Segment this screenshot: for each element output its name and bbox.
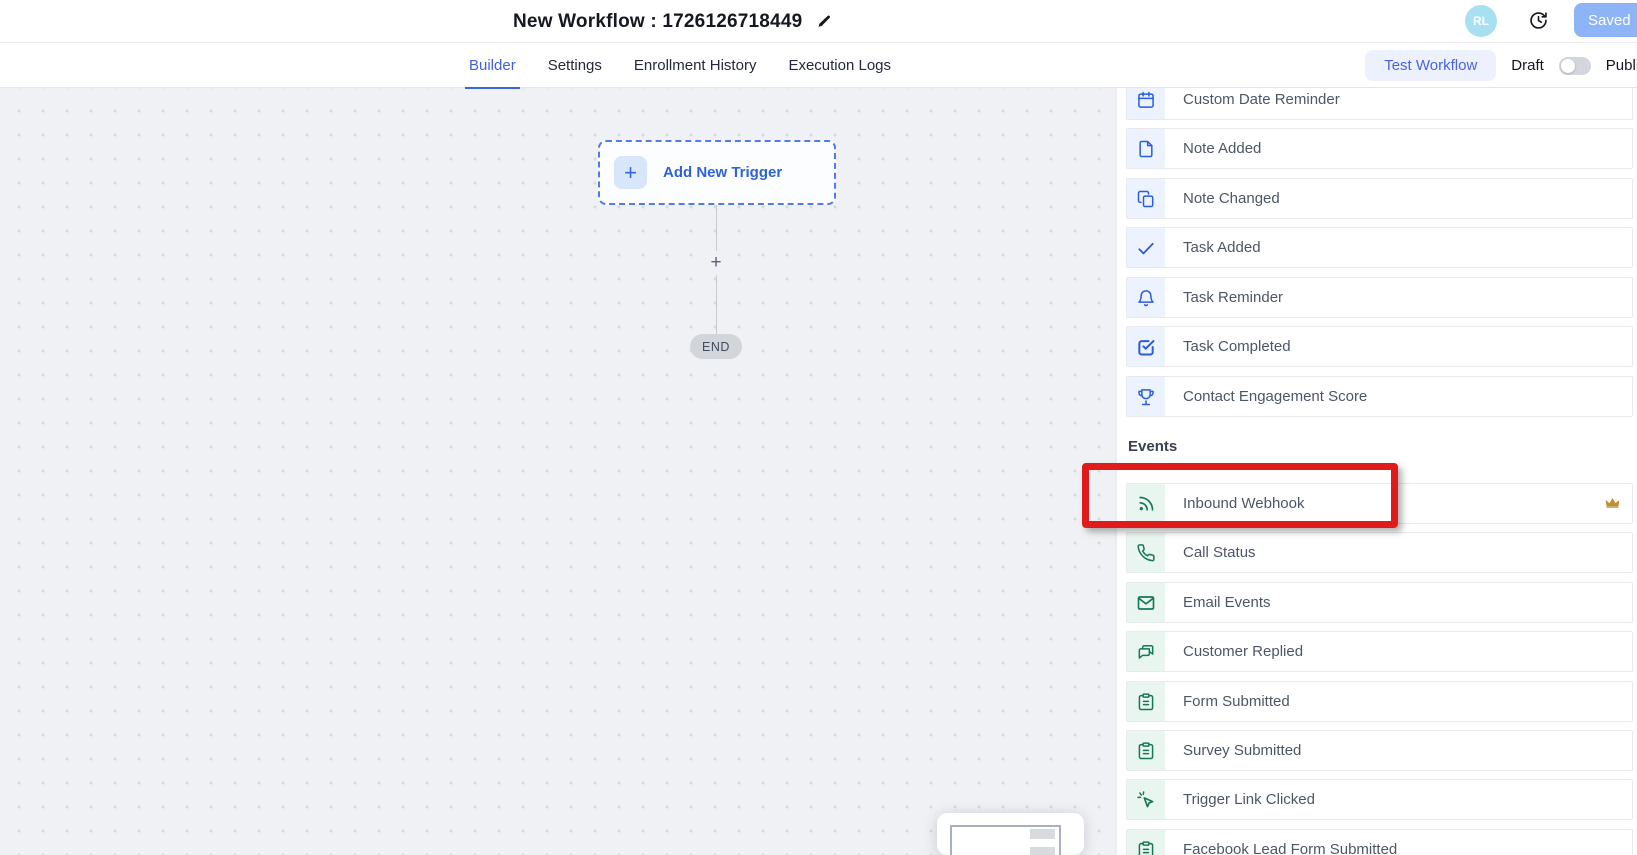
toggle-knob (1561, 59, 1575, 73)
trigger-item-label: Customer Replied (1165, 632, 1303, 671)
trigger-item-label: Trigger Link Clicked (1165, 780, 1315, 819)
trigger-item-task-added[interactable]: Task Added (1126, 227, 1633, 268)
saved-button[interactable]: Saved (1574, 3, 1637, 37)
trigger-item-label: Email Events (1165, 583, 1271, 622)
draft-label: Draft (1511, 57, 1544, 74)
avatar[interactable]: RL (1465, 5, 1497, 37)
clipboard-icon (1127, 830, 1165, 855)
trigger-item-call-status[interactable]: Call Status (1126, 532, 1633, 573)
webhook-icon (1127, 484, 1165, 523)
minimap-node (1030, 829, 1055, 839)
trigger-item-label: Inbound Webhook (1165, 484, 1305, 523)
triggers-panel: Custom Date Reminder Note Added Note Chang… (1117, 88, 1637, 855)
trigger-item-contact-engagement-score[interactable]: Contact Engagement Score (1126, 376, 1633, 417)
trigger-item-label: Survey Submitted (1165, 731, 1301, 770)
tab-settings[interactable]: Settings (532, 43, 618, 88)
trigger-item-email-events[interactable]: Email Events (1126, 582, 1633, 623)
check-icon (1127, 228, 1165, 267)
crown-icon (1604, 484, 1632, 523)
add-trigger-label: Add New Trigger (663, 164, 782, 181)
phone-icon (1127, 533, 1165, 572)
tab-enrollment-history[interactable]: Enrollment History (618, 43, 773, 88)
calendar-icon (1127, 88, 1165, 119)
copy-icon (1127, 179, 1165, 218)
trigger-item-form-submitted[interactable]: Form Submitted (1126, 681, 1633, 722)
page-title: New Workflow : 1726126718449 (513, 11, 802, 33)
trigger-item-customer-replied[interactable]: Customer Replied (1126, 631, 1633, 672)
tabbar-actions: Test Workflow Draft Publish (1365, 43, 1637, 88)
events-section-header: Events (1128, 438, 1177, 455)
trigger-item-label: Task Reminder (1165, 278, 1283, 317)
mail-icon (1127, 583, 1165, 622)
trigger-item-label: Facebook Lead Form Submitted (1165, 830, 1397, 855)
trigger-item-label: Note Added (1165, 129, 1261, 168)
trigger-item-note-changed[interactable]: Note Changed (1126, 178, 1633, 219)
edit-title-icon[interactable] (817, 14, 832, 29)
note-icon (1127, 129, 1165, 168)
trigger-item-inbound-webhook[interactable]: Inbound Webhook (1126, 483, 1633, 524)
minimap[interactable] (937, 813, 1084, 855)
trigger-item-label: Task Completed (1165, 327, 1291, 366)
trigger-item-label: Note Changed (1165, 179, 1280, 218)
publish-toggle[interactable] (1559, 57, 1591, 75)
add-step-button[interactable]: + (707, 251, 724, 275)
trophy-icon (1127, 377, 1165, 416)
workflow-title-group: New Workflow : 1726126718449 (513, 0, 832, 43)
trigger-item-custom-date-reminder[interactable]: Custom Date Reminder (1126, 88, 1633, 120)
trigger-item-label: Contact Engagement Score (1165, 377, 1367, 416)
trigger-item-label: Form Submitted (1165, 682, 1290, 721)
add-new-trigger-button[interactable]: + Add New Trigger (598, 140, 836, 205)
test-workflow-button[interactable]: Test Workflow (1365, 50, 1496, 81)
chat-icon (1127, 632, 1165, 671)
bell-icon (1127, 278, 1165, 317)
trigger-item-survey-submitted[interactable]: Survey Submitted (1126, 730, 1633, 771)
publish-label: Publish (1606, 57, 1637, 74)
trigger-item-note-added[interactable]: Note Added (1126, 128, 1633, 169)
tab-builder[interactable]: Builder (453, 43, 532, 88)
end-node: END (690, 334, 742, 359)
check-square-icon (1127, 327, 1165, 366)
plus-icon: + (614, 156, 647, 189)
tab-bar: BuilderSettingsEnrollment HistoryExecuti… (0, 43, 1637, 88)
clipboard-icon (1127, 682, 1165, 721)
trigger-item-task-reminder[interactable]: Task Reminder (1126, 277, 1633, 318)
trigger-item-trigger-link-clicked[interactable]: Trigger Link Clicked (1126, 779, 1633, 820)
tab-execution-logs[interactable]: Execution Logs (772, 43, 907, 88)
trigger-item-facebook-lead-form-submitted[interactable]: Facebook Lead Form Submitted (1126, 829, 1633, 855)
tabs-group: BuilderSettingsEnrollment HistoryExecuti… (453, 43, 907, 88)
minimap-node (1030, 847, 1055, 855)
trigger-item-label: Task Added (1165, 228, 1261, 267)
trigger-item-label: Call Status (1165, 533, 1256, 572)
trigger-item-task-completed[interactable]: Task Completed (1126, 326, 1633, 367)
history-icon[interactable] (1528, 10, 1549, 31)
cursor-click-icon (1127, 780, 1165, 819)
clipboard-icon (1127, 731, 1165, 770)
trigger-item-label: Custom Date Reminder (1165, 88, 1340, 119)
title-bar: New Workflow : 1726126718449 RL Saved (0, 0, 1637, 43)
